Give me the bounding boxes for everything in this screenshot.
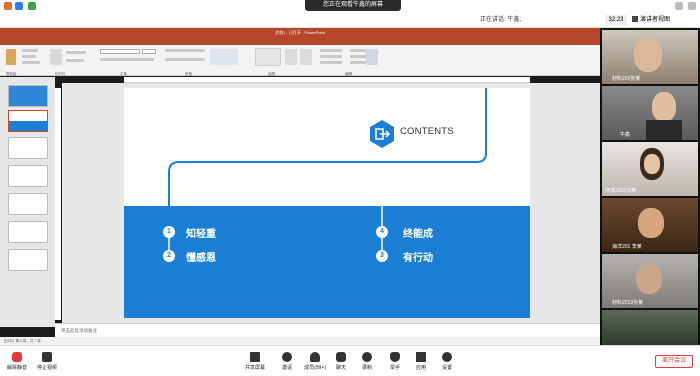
participant-tile[interactable]: 材料202张某 bbox=[602, 30, 698, 84]
invite-button[interactable]: 邀请 bbox=[272, 352, 302, 371]
slide-thumbnail[interactable] bbox=[8, 249, 48, 271]
record-button[interactable]: 录制 bbox=[352, 352, 382, 371]
share-icon[interactable] bbox=[366, 49, 378, 65]
participant-name: 环境2022刘某 bbox=[605, 188, 637, 194]
font-name-select[interactable] bbox=[100, 49, 140, 54]
share-screen-button[interactable]: 共享屏幕 bbox=[240, 352, 270, 371]
notes-placeholder: 单击此处添加备注 bbox=[61, 328, 97, 333]
slide-connector-lines bbox=[168, 88, 487, 256]
minimize-icon[interactable] bbox=[675, 2, 683, 10]
quick-styles-icon[interactable] bbox=[300, 49, 312, 65]
record-icon bbox=[362, 352, 372, 362]
participant-tile[interactable]: 环境2022刘某 bbox=[602, 142, 698, 196]
participant-tile[interactable]: 材料2019孙某 bbox=[602, 254, 698, 308]
gear-icon bbox=[442, 352, 452, 362]
chat-bubble-icon bbox=[336, 352, 346, 362]
font-size-select[interactable] bbox=[142, 49, 156, 54]
meeting-info-bar bbox=[0, 12, 700, 28]
speaking-prefix: 正在讲话: bbox=[480, 17, 506, 23]
vertical-ruler bbox=[55, 88, 61, 320]
participant-tile[interactable] bbox=[602, 310, 698, 345]
ppt-ribbon: 剪贴板 幻灯片 字体 段落 绘图 编辑 bbox=[0, 45, 600, 76]
meeting-timer: 32:23 bbox=[605, 15, 627, 26]
item-text: 懂感恩 bbox=[186, 253, 216, 264]
participant-name: 材料2019孙某 bbox=[612, 300, 644, 306]
contents-heading: CONTENTS bbox=[400, 126, 454, 137]
grid-icon bbox=[632, 16, 638, 23]
slide-thumbnail[interactable] bbox=[8, 193, 48, 215]
speaker-name: 牛鑫; bbox=[507, 17, 522, 23]
slide-thumbnail[interactable] bbox=[8, 137, 48, 159]
ppt-ribbon-tabs: 文件开始插入设计切换动画幻灯片放映审阅视图告诉我您想要做什么... bbox=[0, 37, 600, 53]
paste-icon[interactable] bbox=[6, 49, 16, 65]
app-icon bbox=[4, 2, 12, 10]
item-text: 有行动 bbox=[403, 253, 433, 264]
raise-hand-icon bbox=[390, 352, 400, 362]
slide-counter: 幻灯片 第 2 张，共 7 张 bbox=[4, 339, 41, 343]
horizontal-ruler bbox=[124, 77, 530, 83]
participant-name: 牛鑫 bbox=[620, 132, 631, 138]
security-icon bbox=[15, 2, 23, 10]
slide-thumbnail[interactable] bbox=[8, 85, 48, 107]
participant-video-column: 材料202张某 牛鑫 环境2022刘某 海洋201 李某 材料2019孙某 bbox=[600, 28, 700, 345]
item-text: 知轻重 bbox=[186, 229, 216, 240]
leave-meeting-button[interactable]: 离开会议 bbox=[655, 355, 693, 368]
microphone-off-icon bbox=[12, 352, 22, 362]
new-slide-icon[interactable] bbox=[50, 49, 62, 65]
add-person-icon bbox=[282, 352, 292, 362]
slide-thumbnail-pane bbox=[0, 77, 55, 327]
ppt-status-bar: 幻灯片 第 2 张，共 7 张 bbox=[0, 337, 600, 345]
ppt-title-bar: 文档1 - 已打开 - PowerPoint bbox=[0, 28, 600, 37]
share-banner: 您正在观看牛鑫的屏幕 bbox=[305, 0, 401, 11]
close-icon[interactable] bbox=[688, 2, 696, 10]
slide-thumbnail-selected[interactable] bbox=[8, 110, 48, 132]
slide-thumbnail[interactable] bbox=[8, 165, 48, 187]
speaking-indicator: 正在讲话: 牛鑫; bbox=[480, 14, 521, 23]
notes-pane[interactable]: 单击此处添加备注 bbox=[55, 323, 600, 337]
stop-video-button[interactable]: 停止视频 bbox=[32, 352, 62, 371]
participant-name: 材料202张某 bbox=[612, 76, 641, 82]
current-slide[interactable]: CONTENTS 1 知轻重 2 懂感恩 4 终能成 3 有行动 bbox=[124, 88, 530, 318]
item-number: 4 bbox=[376, 226, 388, 238]
item-number: 3 bbox=[376, 250, 388, 262]
participant-tile[interactable]: 牛鑫 bbox=[602, 86, 698, 140]
shapes-gallery[interactable] bbox=[255, 48, 281, 66]
item-number: 1 bbox=[163, 226, 175, 238]
arrange-icon[interactable] bbox=[285, 49, 297, 65]
slide-thumbnail[interactable] bbox=[8, 221, 48, 243]
group-slides: 幻灯片 bbox=[55, 72, 66, 76]
convert-smartart-icon[interactable] bbox=[210, 49, 238, 65]
item-text: 终能成 bbox=[403, 229, 433, 240]
share-screen-icon bbox=[250, 352, 260, 362]
view-mode-button[interactable]: 演讲者视图 bbox=[632, 15, 687, 26]
item-number: 2 bbox=[163, 250, 175, 262]
unmute-button[interactable]: 解除静音 bbox=[2, 352, 32, 371]
settings-button[interactable]: 设置 bbox=[432, 352, 462, 371]
apps-grid-icon bbox=[416, 352, 426, 362]
signal-icon bbox=[28, 2, 36, 10]
video-camera-icon bbox=[42, 352, 52, 362]
members-icon bbox=[310, 352, 320, 362]
participant-name: 海洋201 李某 bbox=[612, 244, 642, 250]
participant-tile[interactable]: 海洋201 李某 bbox=[602, 198, 698, 252]
